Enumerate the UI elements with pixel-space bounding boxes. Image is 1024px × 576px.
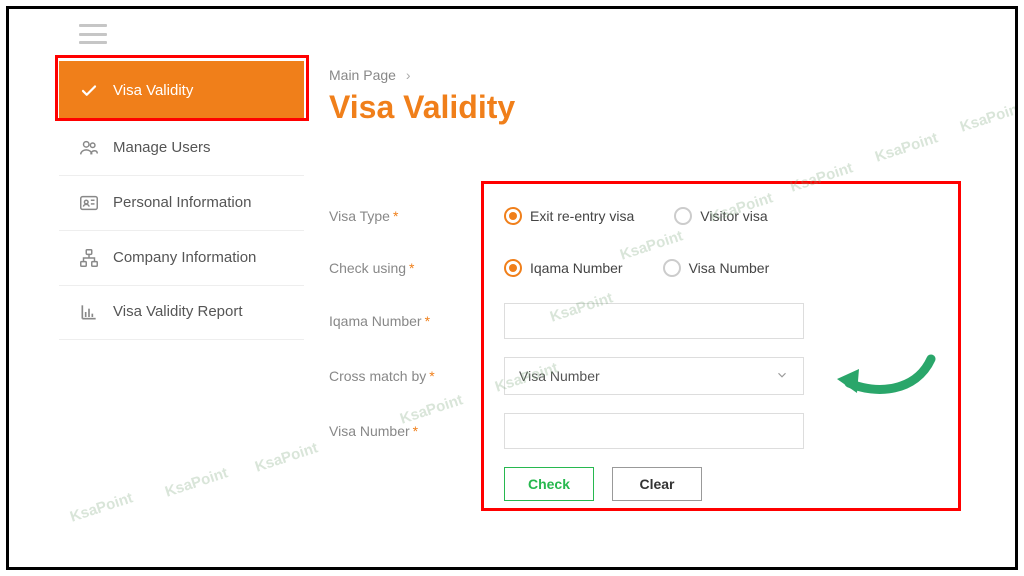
label-cross-match: Cross match by* <box>329 368 504 384</box>
sidebar-item-label: Visa Validity <box>113 81 193 101</box>
users-icon <box>77 137 101 159</box>
check-icon <box>77 82 101 100</box>
hamburger-menu-icon[interactable] <box>79 24 107 44</box>
visa-type-radio-group: Exit re-entry visa Visitor visa <box>504 207 768 225</box>
bar-chart-icon <box>77 302 101 322</box>
iqama-number-input[interactable] <box>504 303 804 339</box>
visa-validity-form: Visa Type* Exit re-entry visa Visitor vi… <box>329 199 969 501</box>
sidebar-item-manage-users[interactable]: Manage Users <box>59 121 304 176</box>
org-chart-icon <box>77 247 101 269</box>
cross-match-select[interactable]: Visa Number <box>504 357 804 395</box>
label-visa-type: Visa Type* <box>329 208 504 224</box>
sidebar-item-personal-information[interactable]: Personal Information <box>59 176 304 231</box>
radio-exit-reentry-visa[interactable]: Exit re-entry visa <box>504 207 634 225</box>
breadcrumb-root[interactable]: Main Page <box>329 67 396 83</box>
radio-visitor-visa[interactable]: Visitor visa <box>674 207 767 225</box>
label-iqama-number: Iqama Number* <box>329 313 504 329</box>
sidebar-item-visa-validity-report[interactable]: Visa Validity Report <box>59 286 304 339</box>
label-check-using: Check using* <box>329 260 504 276</box>
check-button[interactable]: Check <box>504 467 594 501</box>
sidebar: Visa Validity Manage Users Personal Info… <box>59 61 304 340</box>
sidebar-item-label: Manage Users <box>113 138 211 158</box>
sidebar-item-label: Personal Information <box>113 193 251 213</box>
label-visa-number: Visa Number* <box>329 423 504 439</box>
sidebar-item-company-information[interactable]: Company Information <box>59 231 304 286</box>
sidebar-item-visa-validity[interactable]: Visa Validity <box>59 61 304 121</box>
app-frame: Visa Validity Manage Users Personal Info… <box>6 6 1018 570</box>
breadcrumb: Main Page › <box>329 67 411 83</box>
radio-iqama-number[interactable]: Iqama Number <box>504 259 623 277</box>
sidebar-item-label: Visa Validity Report <box>113 302 243 322</box>
id-card-icon <box>77 192 101 214</box>
chevron-right-icon: › <box>406 67 411 83</box>
check-using-radio-group: Iqama Number Visa Number <box>504 259 769 277</box>
visa-number-input[interactable] <box>504 413 804 449</box>
sidebar-item-label: Company Information <box>113 248 256 268</box>
page-title: Visa Validity <box>329 89 515 126</box>
radio-visa-number[interactable]: Visa Number <box>663 259 770 277</box>
clear-button[interactable]: Clear <box>612 467 702 501</box>
chevron-down-icon <box>775 368 789 385</box>
